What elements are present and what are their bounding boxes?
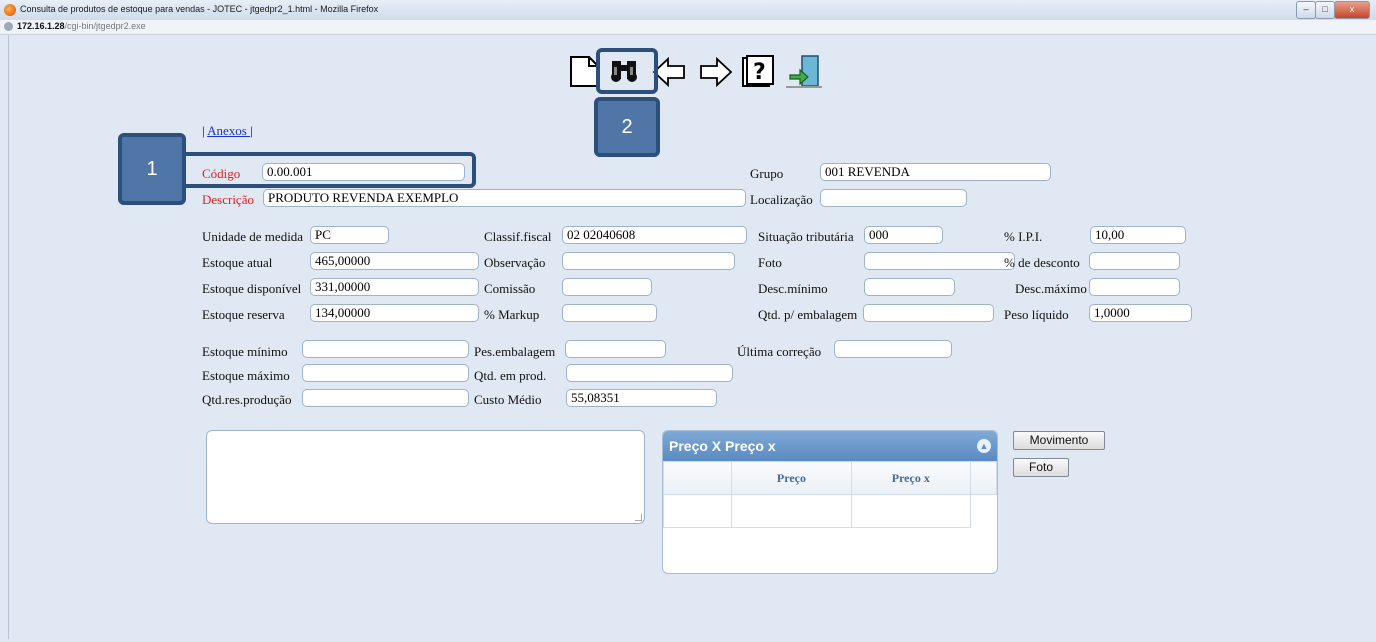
firefox-icon xyxy=(4,4,16,16)
localizacao-label: Localização xyxy=(750,192,813,207)
custo-medio-input[interactable] xyxy=(566,389,717,407)
ultima-correcao-input[interactable] xyxy=(834,340,952,358)
search-button-highlight xyxy=(596,48,658,94)
callout-2: 2 xyxy=(594,97,660,157)
classif-label: Classif.fiscal xyxy=(484,229,552,244)
classif-input[interactable] xyxy=(562,226,747,244)
close-button[interactable]: x xyxy=(1334,1,1370,19)
localizacao-input[interactable] xyxy=(820,189,967,207)
table-cell xyxy=(663,494,733,528)
estoque-maximo-label: Estoque máximo xyxy=(202,368,290,383)
collapse-toggle-icon[interactable]: ▲ xyxy=(977,439,991,453)
desc-minimo-label: Desc.mínimo xyxy=(758,281,828,296)
situacao-input[interactable] xyxy=(864,226,943,244)
pes-embalagem-input[interactable] xyxy=(565,340,666,358)
peso-liquido-input[interactable] xyxy=(1089,304,1192,322)
window-controls: – □ x xyxy=(1296,1,1370,19)
table-cell xyxy=(731,494,852,528)
preco-column-header[interactable]: Preço xyxy=(731,461,852,495)
grupo-input[interactable] xyxy=(820,163,1051,181)
address-bar[interactable]: 172.16.1.28/cgi-bin/jtgedpr2.exe xyxy=(0,20,1376,35)
pes-embalagem-label: Pes.embalagem xyxy=(474,344,556,359)
table-cell xyxy=(850,494,971,528)
desc-maximo-input[interactable] xyxy=(1089,278,1180,296)
peso-liquido-label: Peso líquido xyxy=(1004,307,1069,322)
custo-medio-label: Custo Médio xyxy=(474,392,542,407)
movimento-button[interactable]: Movimento xyxy=(1013,431,1105,450)
window-title: Consulta de produtos de estoque para ven… xyxy=(20,4,379,14)
qtd-embalagem-label: Qtd. p/ embalagem xyxy=(758,307,858,322)
url-text: 172.16.1.28/cgi-bin/jtgedpr2.exe xyxy=(17,21,146,31)
descricao-label: Descrição xyxy=(202,192,254,207)
anexos-links: | Anexos | xyxy=(202,123,253,138)
help-icon[interactable]: ? xyxy=(740,53,776,89)
estoque-minimo-input[interactable] xyxy=(302,340,469,358)
ipi-input[interactable] xyxy=(1090,226,1186,244)
qtd-embalagem-input[interactable] xyxy=(863,304,994,322)
desconto-label: % de desconto xyxy=(1004,255,1080,270)
minimize-button[interactable]: – xyxy=(1296,1,1316,19)
estoque-atual-label: Estoque atual xyxy=(202,255,273,270)
foto-input[interactable] xyxy=(864,252,1015,270)
maximize-button[interactable]: □ xyxy=(1315,1,1335,19)
estoque-maximo-input[interactable] xyxy=(302,364,469,382)
price-grid: Preço X Preço x ▲ Preço Preço x xyxy=(662,430,998,574)
ipi-label: % I.P.I. xyxy=(1004,229,1043,244)
estoque-reserva-label: Estoque reserva xyxy=(202,307,285,322)
observacao-label: Observação xyxy=(484,255,546,270)
observacao-input[interactable] xyxy=(562,252,735,270)
markup-label: % Markup xyxy=(484,307,540,322)
codigo-label: Código xyxy=(202,166,241,181)
price-table: Preço Preço x xyxy=(663,461,997,528)
scroll-header xyxy=(969,461,997,495)
qtd-res-producao-input[interactable] xyxy=(302,389,469,407)
table-row[interactable] xyxy=(663,494,997,528)
estoque-atual-input[interactable] xyxy=(310,252,479,270)
desc-minimo-input[interactable] xyxy=(864,278,955,296)
ultima-correcao-label: Última correção xyxy=(737,344,822,359)
foto-label: Foto xyxy=(758,255,782,270)
estoque-disponivel-input[interactable] xyxy=(310,278,479,296)
svg-text:?: ? xyxy=(753,60,766,85)
row-number-header xyxy=(663,461,733,495)
codigo-input[interactable] xyxy=(262,163,465,181)
anexos-link[interactable]: Anexos xyxy=(207,123,250,138)
resize-grip-icon[interactable] xyxy=(635,514,642,521)
next-arrow-icon[interactable] xyxy=(699,53,733,89)
notes-textarea[interactable] xyxy=(206,430,645,524)
descricao-input[interactable] xyxy=(263,189,746,207)
preco-x-column-header[interactable]: Preço x xyxy=(850,461,971,495)
estoque-disponivel-label: Estoque disponível xyxy=(202,281,302,296)
unidade-label: Unidade de medida xyxy=(202,229,304,244)
unidade-input[interactable] xyxy=(310,226,389,244)
callout-1: 1 xyxy=(118,133,186,205)
exit-icon[interactable] xyxy=(784,53,824,89)
qtd-em-producao-input[interactable] xyxy=(566,364,733,382)
qtd-res-producao-label: Qtd.res.produção xyxy=(202,392,292,407)
window-titlebar: Consulta de produtos de estoque para ven… xyxy=(0,0,1376,21)
desconto-input[interactable] xyxy=(1089,252,1180,270)
desc-maximo-label: Desc.máximo xyxy=(1015,281,1087,296)
foto-button[interactable]: Foto xyxy=(1013,458,1069,477)
price-grid-caption: Preço X Preço x ▲ xyxy=(663,431,997,461)
markup-input[interactable] xyxy=(562,304,657,322)
estoque-minimo-label: Estoque mínimo xyxy=(202,344,288,359)
comissao-label: Comissão xyxy=(484,281,536,296)
grupo-label: Grupo xyxy=(750,166,784,181)
estoque-reserva-input[interactable] xyxy=(310,304,479,322)
comissao-input[interactable] xyxy=(562,278,652,296)
table-cell xyxy=(970,495,996,528)
qtd-em-producao-label: Qtd. em prod. xyxy=(474,368,547,383)
site-identity-icon xyxy=(4,22,13,31)
situacao-label: Situação tributária xyxy=(758,229,854,244)
